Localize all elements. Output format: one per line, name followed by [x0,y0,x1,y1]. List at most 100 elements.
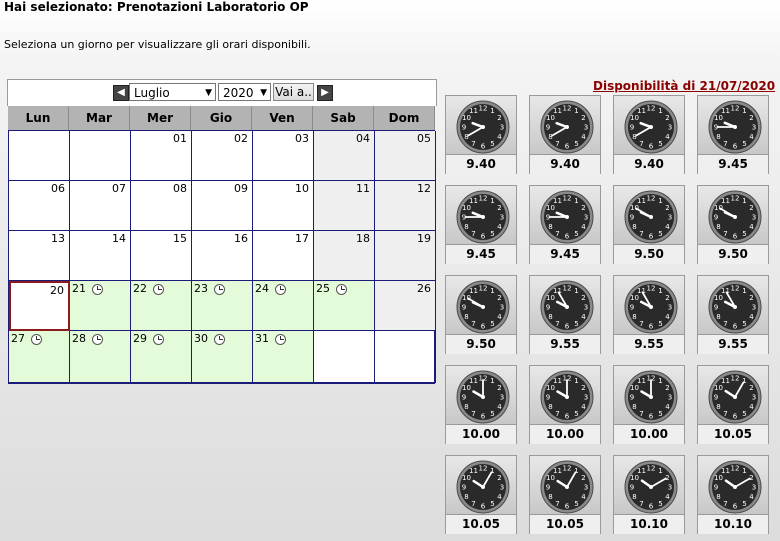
svg-text:10: 10 [714,204,723,212]
svg-text:6: 6 [481,503,486,511]
calendar-day[interactable]: 05 [375,131,436,181]
time-slot[interactable]: 1 2 3 4 5 6 7 8 9 10 11 12 9.55 [613,275,685,354]
calendar-day[interactable]: 12 [375,181,436,231]
svg-text:5: 5 [574,500,578,508]
clock-icon: 1 2 3 4 5 6 7 8 9 10 11 12 [614,96,684,154]
time-slot[interactable]: 1 2 3 4 5 6 7 8 9 10 11 12 10.10 [613,455,685,534]
year-select[interactable]: 2020 ▼ [218,83,271,101]
svg-text:11: 11 [553,107,562,115]
svg-text:6: 6 [481,323,486,331]
svg-text:8: 8 [716,133,720,141]
calendar-day[interactable]: 08 [131,181,192,231]
svg-text:12: 12 [479,105,488,113]
calendar-day[interactable]: 15 [131,231,192,281]
calendar-empty-cell [9,131,70,181]
calendar-day[interactable]: 14 [70,231,131,281]
svg-text:8: 8 [464,403,468,411]
svg-text:8: 8 [548,313,552,321]
time-slot-label: 10.00 [530,424,600,444]
calendar-day[interactable]: 04 [314,131,375,181]
calendar-day[interactable]: 31 [253,331,314,383]
svg-text:5: 5 [490,320,494,328]
time-slot-label: 9.45 [698,154,768,174]
svg-text:9: 9 [546,124,550,132]
svg-text:12: 12 [731,465,740,473]
time-slot[interactable]: 1 2 3 4 5 6 7 8 9 10 11 12 10.10 [697,455,769,534]
calendar-day[interactable]: 30 [192,331,253,383]
calendar-day[interactable]: 22 [131,281,192,331]
time-slot[interactable]: 1 2 3 4 5 6 7 8 9 10 11 12 9.50 [613,185,685,264]
calendar-day[interactable]: 24 [253,281,314,331]
svg-text:5: 5 [742,410,746,418]
day-number: 02 [234,132,248,145]
svg-text:5: 5 [574,140,578,148]
svg-text:9: 9 [462,124,466,132]
calendar-day[interactable]: 29 [131,331,192,383]
svg-text:12: 12 [479,195,488,203]
svg-text:4: 4 [749,133,754,141]
time-slot[interactable]: 1 2 3 4 5 6 7 8 9 10 11 12 9.40 [613,95,685,174]
calendar-day[interactable]: 21 [70,281,131,331]
clock-icon: 1 2 3 4 5 6 7 8 9 10 11 12 [446,276,516,334]
svg-text:4: 4 [581,313,586,321]
time-slot[interactable]: 1 2 3 4 5 6 7 8 9 10 11 12 9.50 [445,275,517,354]
svg-text:6: 6 [733,413,738,421]
svg-text:6: 6 [733,323,738,331]
svg-text:3: 3 [584,214,588,222]
calendar-day[interactable]: 28 [70,331,131,383]
calendar-day[interactable]: 10 [253,181,314,231]
time-slot[interactable]: 1 2 3 4 5 6 7 8 9 10 11 12 9.45 [697,95,769,174]
time-slot[interactable]: 1 2 3 4 5 6 7 8 9 10 11 12 9.55 [529,275,601,354]
calendar-day[interactable]: 18 [314,231,375,281]
time-slot[interactable]: 1 2 3 4 5 6 7 8 9 10 11 12 9.40 [445,95,517,174]
time-slot[interactable]: 1 2 3 4 5 6 7 8 9 10 11 12 10.05 [529,455,601,534]
clock-icon: 1 2 3 4 5 6 7 8 9 10 11 12 [446,366,516,424]
clock-icon: 1 2 3 4 5 6 7 8 9 10 11 12 [698,456,768,514]
time-slot[interactable]: 1 2 3 4 5 6 7 8 9 10 11 12 9.40 [529,95,601,174]
time-slot[interactable]: 1 2 3 4 5 6 7 8 9 10 11 12 10.00 [529,365,601,444]
day-number: 06 [51,182,65,195]
calendar-day[interactable]: 27 [9,331,70,383]
svg-text:5: 5 [574,320,578,328]
svg-text:8: 8 [464,133,468,141]
calendar-day[interactable]: 02 [192,131,253,181]
calendar-day[interactable]: 06 [9,181,70,231]
svg-text:5: 5 [742,140,746,148]
calendar-day[interactable]: 23 [192,281,253,331]
calendar-day[interactable]: 13 [9,231,70,281]
calendar-day[interactable]: 01 [131,131,192,181]
clock-icon: 1 2 3 4 5 6 7 8 9 10 11 12 [446,186,516,244]
go-to-button[interactable]: Vai a.. [273,83,314,101]
svg-text:2: 2 [665,384,669,392]
arrow-right-icon[interactable]: ▶ [317,85,333,101]
calendar-day[interactable]: 26 [375,281,436,331]
calendar-day[interactable]: 20 [9,281,70,331]
time-slot[interactable]: 1 2 3 4 5 6 7 8 9 10 11 12 9.55 [697,275,769,354]
calendar-day[interactable]: 09 [192,181,253,231]
svg-text:6: 6 [733,143,738,151]
svg-text:4: 4 [665,223,670,231]
time-slot[interactable]: 1 2 3 4 5 6 7 8 9 10 11 12 10.00 [613,365,685,444]
time-slot[interactable]: 1 2 3 4 5 6 7 8 9 10 11 12 9.50 [697,185,769,264]
day-number: 03 [295,132,309,145]
calendar-day[interactable]: 19 [375,231,436,281]
calendar-day[interactable]: 17 [253,231,314,281]
calendar-day[interactable]: 25 [314,281,375,331]
calendar-day[interactable]: 16 [192,231,253,281]
arrow-left-icon[interactable]: ◀ [113,85,129,101]
time-slot[interactable]: 1 2 3 4 5 6 7 8 9 10 11 12 9.45 [445,185,517,264]
calendar-day[interactable]: 11 [314,181,375,231]
availability-title[interactable]: Disponibilità di 21/07/2020 [593,79,775,93]
calendar-day[interactable]: 03 [253,131,314,181]
time-slot[interactable]: 1 2 3 4 5 6 7 8 9 10 11 12 9.45 [529,185,601,264]
time-slot[interactable]: 1 2 3 4 5 6 7 8 9 10 11 12 10.05 [697,365,769,444]
month-select[interactable]: Luglio ▼ [129,83,216,101]
calendar-day[interactable]: 07 [70,181,131,231]
svg-text:10: 10 [546,114,555,122]
svg-text:10: 10 [462,114,471,122]
time-slot[interactable]: 1 2 3 4 5 6 7 8 9 10 11 12 10.05 [445,455,517,534]
svg-text:7: 7 [723,230,727,238]
time-slot[interactable]: 1 2 3 4 5 6 7 8 9 10 11 12 10.00 [445,365,517,444]
day-number: 19 [417,232,431,245]
svg-text:2: 2 [497,384,501,392]
